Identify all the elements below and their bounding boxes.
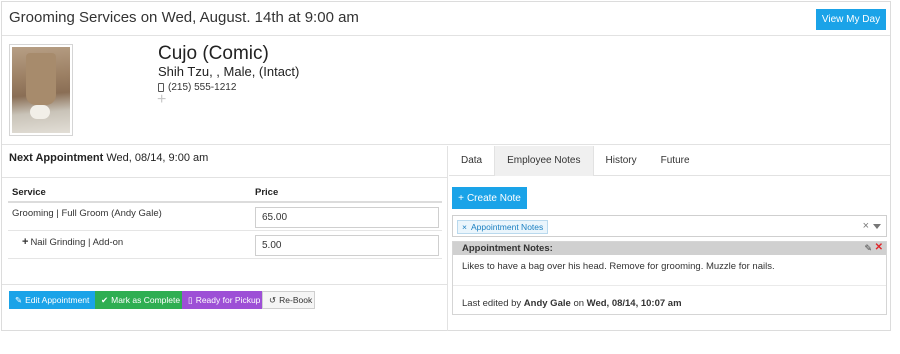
service-name-row: + Nail Grinding | Add-on: [22, 236, 123, 248]
pet-phone-number[interactable]: (215) 555-1212: [168, 82, 236, 93]
plus-icon: +: [458, 192, 464, 204]
service-price-input[interactable]: [255, 235, 439, 256]
page-header: Grooming Services on Wed, August. 14th a…: [2, 2, 890, 36]
mark-complete-label: Mark as Complete: [111, 295, 181, 305]
appointment-actions: ✎ Edit Appointment ✔ Mark as Complete ▯ Rea…: [9, 291, 315, 309]
add-plus-icon[interactable]: +: [157, 92, 166, 108]
note-card-header: Appointment Notes: ✎ ✕: [453, 242, 886, 255]
view-my-day-button[interactable]: View My Day: [816, 9, 886, 30]
divider: [2, 177, 448, 178]
tab-history[interactable]: History: [594, 146, 649, 176]
price-column-header: Price: [255, 187, 279, 198]
pencil-icon: ✎: [15, 294, 23, 305]
note-title: Appointment Notes:: [462, 243, 553, 254]
service-row: + Nail Grinding | Add-on: [8, 231, 442, 259]
edit-appointment-label: Edit Appointment: [25, 295, 90, 305]
edit-appointment-button[interactable]: ✎ Edit Appointment: [9, 291, 95, 309]
ready-for-pickup-label: Ready for Pickup: [195, 295, 261, 305]
next-appointment-datetime: Wed, 08/14, 9:00 am: [106, 152, 209, 164]
tab-future[interactable]: Future: [649, 146, 702, 176]
notes-panel: Data Employee Notes History Future + Crea…: [449, 146, 890, 331]
note-filter-select[interactable]: × Appointment Notes ×: [452, 215, 887, 237]
service-name: Grooming | Full Groom (Andy Gale): [12, 208, 162, 219]
note-footer-prefix: Last edited by: [462, 298, 522, 309]
remove-tag-icon[interactable]: ×: [462, 222, 467, 232]
appointment-panel: Grooming Services on Wed, August. 14th a…: [1, 1, 891, 331]
filter-tag-chip: × Appointment Notes: [457, 220, 549, 234]
delete-icon[interactable]: ✕: [875, 242, 883, 253]
check-icon: ✔: [101, 294, 109, 305]
pet-photo-image: [12, 47, 70, 133]
undo-icon: ↺: [269, 294, 277, 305]
divider: [2, 284, 448, 285]
tab-employee-notes[interactable]: Employee Notes: [494, 146, 594, 176]
pet-name: Cujo (Comic): [158, 43, 269, 64]
service-row: Grooming | Full Groom (Andy Gale): [8, 203, 442, 231]
note-author: Andy Gale: [523, 298, 571, 309]
ready-for-pickup-button[interactable]: ▯ Ready for Pickup: [182, 291, 262, 309]
appointment-details: Next Appointment Wed, 08/14, 9:00 am Ser…: [2, 146, 448, 331]
filter-tag-label: Appointment Notes: [470, 222, 544, 232]
note-body: Likes to have a bag over his head. Remov…: [462, 261, 775, 272]
note-footer: Last edited by Andy Gale on Wed, 08/14, …: [462, 298, 682, 309]
pet-phone: (215) 555-1212: [158, 82, 236, 93]
create-note-button[interactable]: + Create Note: [452, 187, 527, 209]
pet-description: Shih Tzu, , Male, (Intact): [158, 64, 300, 79]
note-card: Appointment Notes: ✎ ✕ Likes to have a b…: [452, 241, 887, 315]
note-edited-date: Wed, 08/14, 10:07 am: [586, 298, 682, 309]
service-column-header: Service: [12, 187, 46, 198]
note-footer-on: on: [573, 298, 585, 309]
tab-data[interactable]: Data: [449, 146, 494, 176]
add-on-plus-icon: +: [22, 236, 29, 248]
chevron-down-icon[interactable]: [873, 224, 881, 229]
pencil-icon[interactable]: ✎: [864, 243, 872, 254]
mobile-phone-icon: ▯: [188, 294, 193, 305]
mark-complete-button[interactable]: ✔ Mark as Complete: [95, 291, 182, 309]
service-name: Nail Grinding | Add-on: [30, 237, 124, 248]
clear-filter-icon[interactable]: ×: [863, 220, 869, 232]
pet-photo[interactable]: [9, 44, 73, 136]
service-price-input[interactable]: [255, 207, 439, 228]
next-appointment-label: Next Appointment: [9, 152, 104, 164]
tab-bar: Data Employee Notes History Future: [449, 146, 890, 176]
next-appointment: Next Appointment Wed, 08/14, 9:00 am: [9, 152, 208, 164]
pet-profile: Cujo (Comic) Shih Tzu, , Male, (Intact) …: [2, 37, 890, 145]
rebook-label: Re-Book: [279, 295, 313, 305]
create-note-label: Create Note: [466, 192, 521, 204]
divider: [453, 285, 886, 286]
photo-face-shape: [30, 105, 50, 119]
page-title: Grooming Services on Wed, August. 14th a…: [9, 9, 359, 26]
rebook-button[interactable]: ↺ Re-Book: [262, 291, 315, 309]
photo-bag-shape: [26, 53, 56, 105]
